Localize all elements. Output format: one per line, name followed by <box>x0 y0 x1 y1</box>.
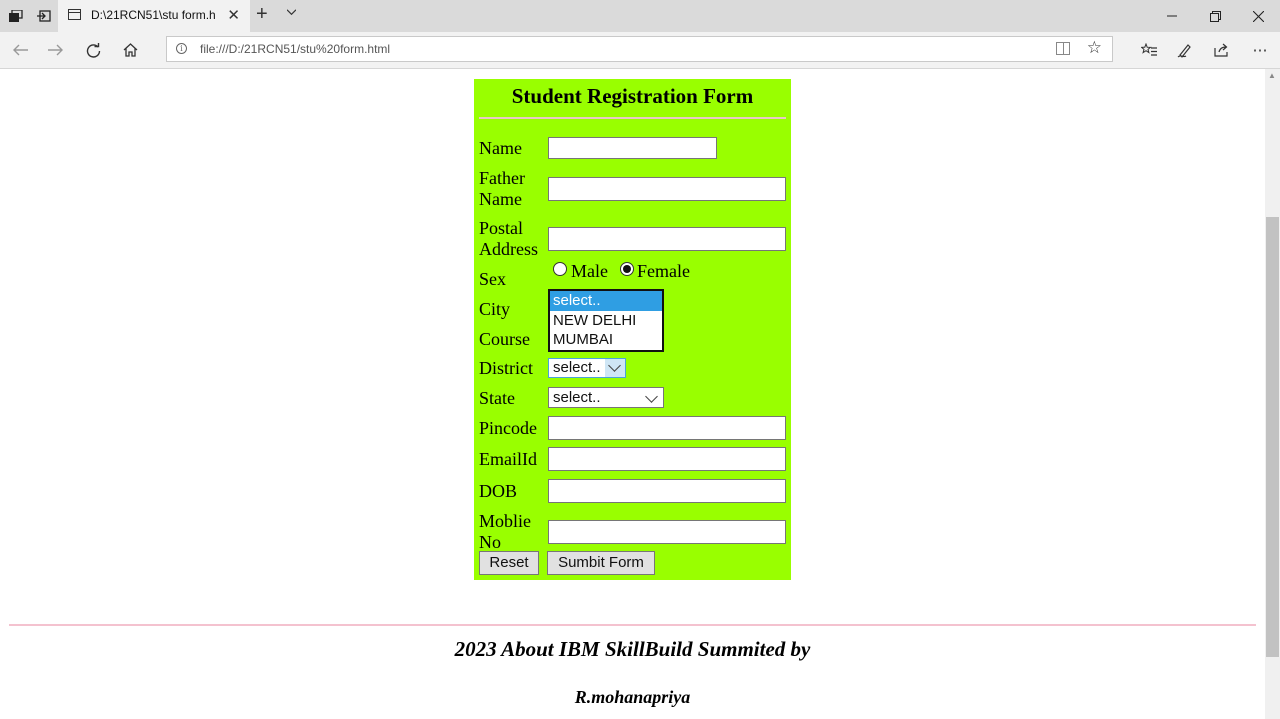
course-label: Course <box>479 329 530 349</box>
female-label: Female <box>637 261 690 281</box>
city-option[interactable]: select.. <box>550 291 662 311</box>
male-radio[interactable] <box>553 262 567 276</box>
set-aside-tabs-icon[interactable] <box>30 0 58 32</box>
browser-tab[interactable]: D:\21RCN51\stu form.h ✕ <box>58 0 250 32</box>
postal-address-label-line1: Postal <box>479 218 524 238</box>
chevron-down-icon <box>645 390 658 403</box>
more-icon[interactable]: ⋯ <box>1244 32 1276 68</box>
url-text: file:///D:/21RCN51/stu%20form.html <box>200 42 391 56</box>
father-name-label-line2: Name <box>479 189 522 209</box>
male-label: Male <box>571 261 608 281</box>
female-radio[interactable] <box>620 262 634 276</box>
scrollbar[interactable]: ▲ <box>1265 69 1280 719</box>
tab-bar: D:\21RCN51\stu form.h ✕ + <box>0 0 1280 32</box>
pincode-input[interactable] <box>548 416 786 440</box>
pincode-label: Pincode <box>479 418 537 438</box>
scroll-up-icon[interactable]: ▲ <box>1268 71 1276 80</box>
mobile-label-line1: Moblie <box>479 511 531 531</box>
close-tab-icon[interactable]: ✕ <box>227 6 240 24</box>
email-input[interactable] <box>548 447 786 471</box>
favorite-star-icon[interactable]: ☆ <box>1087 38 1102 58</box>
footer-heading: 2023 About IBM SkillBuild Summited by <box>454 637 811 661</box>
title-divider <box>479 117 786 119</box>
footer-divider <box>9 624 1256 626</box>
restore-icon[interactable] <box>1193 0 1237 32</box>
state-label: State <box>479 388 515 408</box>
scroll-thumb[interactable] <box>1266 217 1279 657</box>
district-select[interactable]: select.. <box>548 358 626 378</box>
city-dropdown-list[interactable]: select.. NEW DELHI MUMBAI <box>548 289 664 352</box>
mobile-label-line2: No <box>479 532 501 552</box>
sex-label: Sex <box>479 269 506 289</box>
registration-form: Student Registration Form Name Father Na… <box>474 79 791 580</box>
address-bar: i file:///D:/21RCN51/stu%20form.html ☆ ⋯ <box>0 32 1280 69</box>
reading-view-icon[interactable] <box>1056 42 1070 55</box>
page-content: Student Registration Form Name Father Na… <box>0 69 1265 719</box>
share-icon[interactable] <box>1206 32 1238 68</box>
dob-input[interactable] <box>548 479 786 503</box>
state-select[interactable]: select.. <box>548 387 664 408</box>
refresh-icon[interactable] <box>75 32 111 68</box>
postal-address-label-line2: Address <box>479 239 538 259</box>
page-icon <box>68 9 81 20</box>
name-label: Name <box>479 138 522 158</box>
tab-stack-icon[interactable] <box>2 0 30 32</box>
mobile-input[interactable] <box>548 520 786 544</box>
city-option[interactable]: NEW DELHI <box>550 311 662 331</box>
city-option[interactable]: MUMBAI <box>550 330 662 350</box>
city-label: City <box>479 299 511 319</box>
email-label: EmailId <box>479 449 537 469</box>
footer-author: R.mohanapriya <box>574 687 691 707</box>
url-field[interactable]: i file:///D:/21RCN51/stu%20form.html ☆ <box>166 36 1113 62</box>
new-tab-icon[interactable]: + <box>256 3 268 26</box>
favorites-hub-icon[interactable] <box>1133 32 1165 68</box>
home-icon[interactable] <box>112 32 148 68</box>
back-icon[interactable] <box>2 32 38 68</box>
pen-notes-icon[interactable] <box>1169 32 1201 68</box>
district-label: District <box>479 358 533 378</box>
form-title: Student Registration Form <box>511 84 754 108</box>
minimize-icon[interactable] <box>1150 0 1194 32</box>
tab-title: D:\21RCN51\stu form.h <box>91 8 216 22</box>
chevron-down-icon[interactable] <box>287 8 296 17</box>
postal-address-input[interactable] <box>548 227 786 251</box>
father-name-input[interactable] <box>548 177 786 201</box>
name-input[interactable] <box>548 137 717 159</box>
state-selected-value: select.. <box>553 389 601 406</box>
dob-label: DOB <box>479 481 518 501</box>
reset-button[interactable]: Reset <box>479 551 539 575</box>
info-icon[interactable]: i <box>176 43 187 54</box>
district-selected-value: select.. <box>553 359 601 376</box>
father-name-label-line1: Father <box>479 168 525 188</box>
close-window-icon[interactable] <box>1236 0 1280 32</box>
submit-button[interactable]: Sumbit Form <box>547 551 655 575</box>
forward-icon[interactable] <box>38 32 74 68</box>
